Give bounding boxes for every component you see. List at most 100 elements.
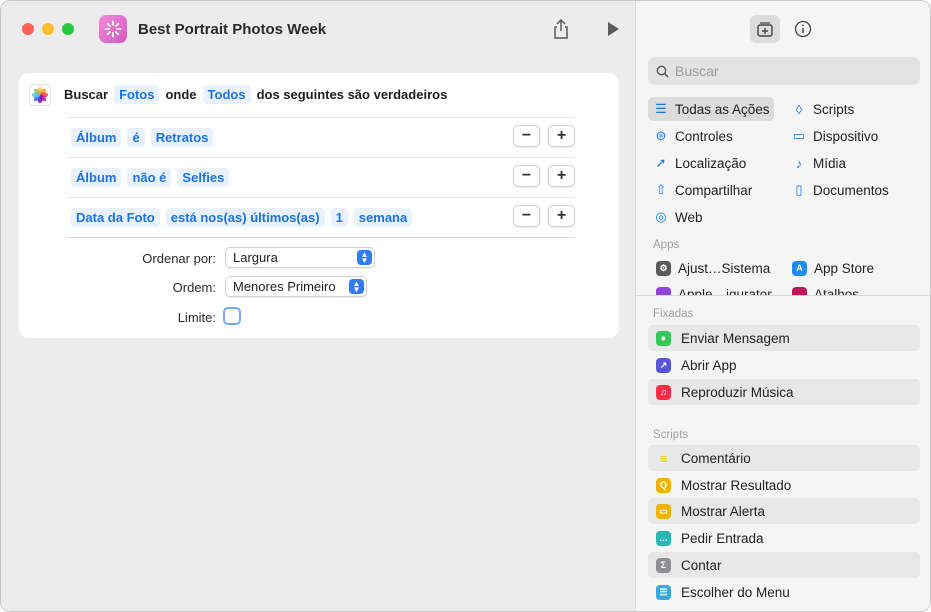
category-label: Todas as Ações bbox=[675, 101, 770, 117]
category-all-actions[interactable]: ☰ Todas as Ações bbox=[648, 97, 774, 121]
shortcuts-window: Best Portrait Photos Week Buscar Fotos o… bbox=[0, 0, 931, 612]
chevron-updown-icon: ▲ ▼ bbox=[349, 279, 364, 294]
configurator-icon bbox=[656, 286, 671, 295]
zoom-button[interactable] bbox=[62, 23, 74, 35]
add-condition-button[interactable]: + bbox=[548, 205, 575, 227]
condition-controls: − + bbox=[513, 165, 575, 187]
category-scripts[interactable]: ◊ Scripts bbox=[786, 97, 854, 121]
sigma-icon: Σ bbox=[656, 557, 671, 573]
music-note-icon: ♫ bbox=[656, 384, 671, 400]
play-icon bbox=[608, 22, 619, 36]
minimize-button[interactable] bbox=[42, 23, 54, 35]
condition-operator[interactable]: é bbox=[127, 128, 145, 147]
condition-field[interactable]: Data da Foto bbox=[71, 208, 160, 227]
add-condition-button[interactable]: + bbox=[548, 125, 575, 147]
remove-condition-button[interactable]: − bbox=[513, 125, 540, 147]
sort-value: Largura bbox=[233, 250, 278, 265]
app-store-icon: A bbox=[792, 260, 807, 276]
category-location[interactable]: ➚ Localização bbox=[648, 151, 747, 175]
sort-popup[interactable]: Largura ▲ ▼ bbox=[225, 247, 375, 268]
library-add-icon bbox=[757, 22, 773, 37]
action-search-field[interactable]: Buscar bbox=[648, 57, 920, 85]
remove-condition-button[interactable]: − bbox=[513, 205, 540, 227]
remove-condition-button[interactable]: − bbox=[513, 165, 540, 187]
action-label: Reproduzir Música bbox=[681, 384, 794, 400]
condition-value[interactable]: Selfies bbox=[177, 168, 230, 187]
share-icon: ⇧ bbox=[655, 182, 667, 197]
app-label: Atalhos bbox=[814, 286, 860, 296]
category-media[interactable]: ♪ Mídia bbox=[786, 151, 846, 175]
limit-checkbox[interactable] bbox=[223, 307, 241, 325]
shortcuts-app-icon bbox=[792, 286, 807, 295]
action-comment[interactable]: ≡ Comentário bbox=[648, 445, 920, 471]
app-apple-configurator[interactable]: Apple…igurator bbox=[650, 282, 772, 295]
action-send-message[interactable]: ● Enviar Mensagem bbox=[648, 325, 920, 351]
app-label: App Store bbox=[814, 260, 875, 276]
condition-operator[interactable]: não é bbox=[127, 168, 172, 187]
category-controls[interactable]: ⊜ Controles bbox=[648, 124, 733, 148]
condition-value[interactable]: Retratos bbox=[150, 128, 214, 147]
condition-controls: − + bbox=[513, 125, 575, 147]
divider bbox=[67, 237, 575, 238]
list-icon: ☰ bbox=[655, 101, 667, 116]
category-label: Scripts bbox=[813, 101, 855, 117]
order-popup[interactable]: Menores Primeiro ▲ ▼ bbox=[225, 276, 367, 297]
category-share[interactable]: ⇧ Compartilhar bbox=[648, 178, 753, 202]
window-controls bbox=[22, 23, 74, 35]
condition-value[interactable]: 1 bbox=[330, 208, 348, 227]
action-show-result[interactable]: Q Mostrar Resultado bbox=[648, 472, 920, 498]
shortcut-icon[interactable] bbox=[99, 15, 127, 43]
suffix-text: dos seguintes são verdadeiros bbox=[256, 87, 448, 102]
app-shortcuts[interactable]: Atalhos bbox=[786, 282, 859, 295]
action-count[interactable]: Σ Contar bbox=[648, 552, 920, 578]
category-documents[interactable]: ▯ Documentos bbox=[786, 178, 888, 202]
action-open-app[interactable]: ↗ Abrir App bbox=[648, 352, 920, 378]
editor-pane: Best Portrait Photos Week Buscar Fotos o… bbox=[1, 1, 635, 611]
close-button[interactable] bbox=[22, 23, 34, 35]
condition-row: Data da Foto está nos(as) últimos(as) 1 … bbox=[67, 197, 575, 237]
action-label: Abrir App bbox=[681, 357, 737, 373]
sort-label: Ordenar por: bbox=[142, 251, 216, 266]
search-icon bbox=[656, 65, 669, 78]
action-label: Contar bbox=[681, 557, 722, 573]
condition-field[interactable]: Álbum bbox=[71, 128, 122, 147]
scripts-icon: ◊ bbox=[795, 101, 803, 117]
input-bubble-icon: … bbox=[656, 530, 671, 546]
arrow-up-right-icon: ↗ bbox=[656, 357, 671, 373]
action-ask-input[interactable]: … Pedir Entrada bbox=[648, 525, 920, 551]
action-verb: Buscar bbox=[64, 87, 109, 102]
add-condition-button[interactable]: + bbox=[548, 165, 575, 187]
menu-icon: ☰ bbox=[656, 584, 671, 600]
condition-field[interactable]: Álbum bbox=[71, 168, 122, 187]
gear-icon: ⚙ bbox=[656, 260, 671, 276]
result-icon: Q bbox=[656, 477, 671, 493]
search-placeholder: Buscar bbox=[675, 63, 719, 79]
app-label: Ajust…Sistema bbox=[678, 260, 771, 276]
display-icon: ▭ bbox=[792, 128, 806, 143]
pinned-section-header: Fixadas bbox=[653, 308, 694, 320]
action-header: Buscar Fotos onde Todos dos seguintes sã… bbox=[64, 85, 447, 104]
info-tab[interactable] bbox=[788, 15, 818, 43]
photos-app-icon bbox=[29, 84, 51, 106]
share-icon bbox=[554, 18, 568, 39]
condition-row: Álbum é Retratos − + bbox=[67, 117, 575, 157]
condition-operator[interactable]: está nos(as) últimos(as) bbox=[165, 208, 325, 227]
object-token[interactable]: Fotos bbox=[114, 85, 160, 104]
quantifier-token[interactable]: Todos bbox=[202, 85, 251, 104]
category-web[interactable]: ◎ Web bbox=[648, 205, 702, 229]
action-show-alert[interactable]: ▭ Mostrar Alerta bbox=[648, 498, 920, 524]
order-label: Ordem: bbox=[172, 280, 216, 295]
condition-row: Álbum não é Selfies − + bbox=[67, 157, 575, 197]
find-photos-action: Buscar Fotos onde Todos dos seguintes sã… bbox=[19, 73, 619, 338]
app-app-store[interactable]: A App Store bbox=[786, 256, 874, 280]
action-play-music[interactable]: ♫ Reproduzir Música bbox=[648, 379, 920, 405]
run-button[interactable] bbox=[601, 17, 625, 41]
library-tab[interactable] bbox=[750, 15, 780, 43]
condition-unit[interactable]: semana bbox=[353, 208, 413, 227]
share-button[interactable] bbox=[549, 17, 573, 41]
app-system-settings[interactable]: ⚙ Ajust…Sistema bbox=[650, 256, 770, 280]
divider bbox=[636, 295, 930, 296]
category-device[interactable]: ▭ Dispositivo bbox=[786, 124, 878, 148]
action-choose-from-menu[interactable]: ☰ Escolher do Menu bbox=[648, 579, 920, 605]
info-icon bbox=[794, 20, 812, 38]
